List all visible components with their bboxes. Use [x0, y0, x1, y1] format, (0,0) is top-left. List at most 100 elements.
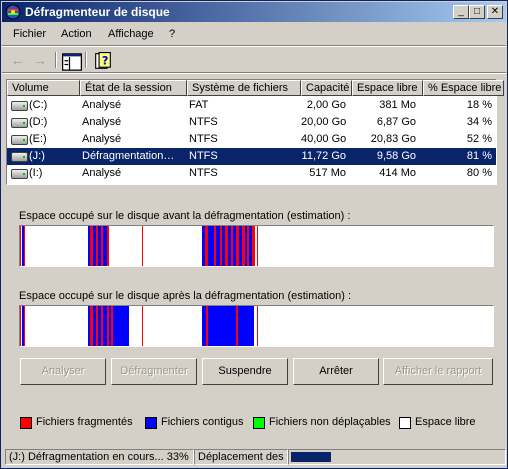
- drive-light: [23, 139, 25, 141]
- drive-light: [23, 173, 25, 175]
- disk-block: [20, 306, 21, 346]
- cell-pct: 81 %: [466, 150, 492, 162]
- toolbar-separator: [85, 52, 87, 68]
- stop-button[interactable]: Arrêter: [293, 358, 379, 385]
- legend-free-space-swatch: [399, 417, 411, 429]
- toolbar: ← → ?: [2, 47, 506, 73]
- menu-help[interactable]: ?: [169, 28, 175, 40]
- column-header-free-space[interactable]: Espace libre: [352, 80, 423, 96]
- table-row[interactable]: (E:) Analysé NTFS 40,00 Go 20,83 Go 52 %: [7, 131, 496, 148]
- legend-unmovable-label: Fichiers non déplaçables: [269, 416, 391, 428]
- cell-state: Analysé: [82, 99, 122, 111]
- cell-fs: FAT: [189, 99, 209, 111]
- disk-block: [24, 306, 25, 346]
- cell-free: 9,58 Go: [376, 150, 416, 162]
- close-button[interactable]: ✕: [487, 5, 503, 19]
- cell-fs: NTFS: [189, 133, 218, 145]
- disk-block: [252, 226, 255, 266]
- drive-icon: [11, 152, 28, 162]
- toolbar-separator: [55, 52, 57, 68]
- menu-affichage[interactable]: Affichage: [108, 28, 154, 40]
- before-map-label: Espace occupé sur le disque avant la déf…: [19, 210, 351, 222]
- table-row[interactable]: (C:) Analysé FAT 2,00 Go 381 Mo 18 %: [7, 97, 496, 114]
- disk-block: [142, 306, 143, 346]
- after-defrag-map: [19, 305, 494, 347]
- cell-pct: 80 %: [466, 167, 492, 179]
- menu-action[interactable]: Action: [61, 28, 92, 40]
- column-header-session-state[interactable]: État de la session: [80, 80, 187, 96]
- minimize-button[interactable]: _: [453, 5, 469, 19]
- legend-fragmented-label: Fichiers fragmentés: [36, 416, 133, 428]
- cell-capacity: 20,00 Go: [301, 116, 346, 128]
- menu-bar: Fichier Action Affichage ?: [2, 24, 506, 44]
- analyze-button[interactable]: Analyser: [20, 358, 106, 385]
- cell-pct: 52 %: [466, 133, 492, 145]
- table-row[interactable]: (D:) Analysé NTFS 20,00 Go 6,87 Go 34 %: [7, 114, 496, 131]
- volume-list[interactable]: Volume État de la session Système de fic…: [6, 79, 504, 185]
- cell-pct: 34 %: [466, 116, 492, 128]
- disk-block: [238, 306, 254, 346]
- cell-volume: (D:): [29, 116, 48, 128]
- toolbar-separator-line: [2, 72, 506, 74]
- drive-icon: [11, 101, 28, 111]
- cell-free: 20,83 Go: [370, 133, 416, 145]
- cell-free: 6,87 Go: [376, 116, 416, 128]
- cell-capacity: 40,00 Go: [301, 133, 346, 145]
- table-row[interactable]: (I:) Analysé NTFS 517 Mo 414 Mo 80 %: [7, 165, 496, 182]
- drive-icon: [11, 169, 28, 179]
- show-hide-console-tree-icon[interactable]: [62, 53, 82, 71]
- cell-volume: (I:): [29, 167, 43, 179]
- status-progress-fill: [291, 452, 331, 462]
- legend-contiguous-label: Fichiers contigus: [161, 416, 244, 428]
- status-bar: (J:) Défragmentation en cours... 33% Dép…: [2, 447, 506, 467]
- cell-state: Défragmentation…: [82, 150, 175, 162]
- cell-capacity: 2,00 Go: [306, 99, 346, 111]
- table-row[interactable]: (J:) Défragmentation… NTFS 11,72 Go 9,58 Go 8…: [7, 148, 496, 165]
- column-header-volume[interactable]: Volume: [7, 80, 80, 96]
- disk-block: [142, 226, 143, 266]
- drive-light: [23, 156, 25, 158]
- window-title: Défragmenteur de disque: [25, 5, 170, 19]
- main-window: Défragmenteur de disque _ □ ✕ Fichier Ac…: [0, 0, 508, 469]
- view-report-button[interactable]: Afficher le rapport: [383, 358, 493, 385]
- title-bar[interactable]: Défragmenteur de disque _ □ ✕: [2, 2, 506, 22]
- legend-contiguous-swatch: [145, 417, 157, 429]
- menu-fichier[interactable]: Fichier: [13, 28, 46, 40]
- legend-free-space-label: Espace libre: [415, 416, 476, 428]
- drive-light: [23, 105, 25, 107]
- status-progress-bar: [288, 449, 506, 465]
- disk-block: [257, 226, 258, 266]
- disk-block: [208, 306, 236, 346]
- drive-icon: [11, 118, 28, 128]
- column-header-capacity[interactable]: Capacité: [301, 80, 352, 96]
- cell-capacity: 11,72 Go: [301, 150, 346, 162]
- cell-fs: NTFS: [189, 167, 218, 179]
- disk-block: [107, 226, 109, 266]
- help-icon[interactable]: ?: [93, 52, 113, 70]
- cell-state: Analysé: [82, 167, 122, 179]
- back-arrow-icon[interactable]: ←: [8, 51, 28, 69]
- disk-block: [257, 306, 258, 346]
- legend-fragmented-swatch: [20, 417, 32, 429]
- after-map-label: Espace occupé sur le disque après la déf…: [19, 290, 352, 302]
- defrag-app-icon: [5, 4, 21, 20]
- cell-fs: NTFS: [189, 116, 218, 128]
- maximize-button[interactable]: □: [469, 5, 485, 19]
- status-progress-text: (J:) Défragmentation en cours... 33%: [5, 449, 194, 465]
- cell-pct: 18 %: [466, 99, 492, 111]
- disk-block: [113, 306, 129, 346]
- cell-capacity: 517 Mo: [309, 167, 346, 179]
- drive-icon: [11, 135, 28, 145]
- svg-text:?: ?: [102, 54, 109, 67]
- pause-button[interactable]: Suspendre: [202, 358, 288, 385]
- cell-free: 414 Mo: [379, 167, 416, 179]
- legend-unmovable-swatch: [253, 417, 265, 429]
- cell-volume: (C:): [29, 99, 48, 111]
- cell-volume: (E:): [29, 133, 47, 145]
- cell-state: Analysé: [82, 116, 122, 128]
- column-header-free-percent[interactable]: % Espace libre: [423, 80, 504, 96]
- defragment-button[interactable]: Défragmenter: [111, 358, 197, 385]
- column-header-filesystem[interactable]: Système de fichiers: [187, 80, 301, 96]
- disk-block: [24, 226, 25, 266]
- forward-arrow-icon[interactable]: →: [30, 51, 50, 69]
